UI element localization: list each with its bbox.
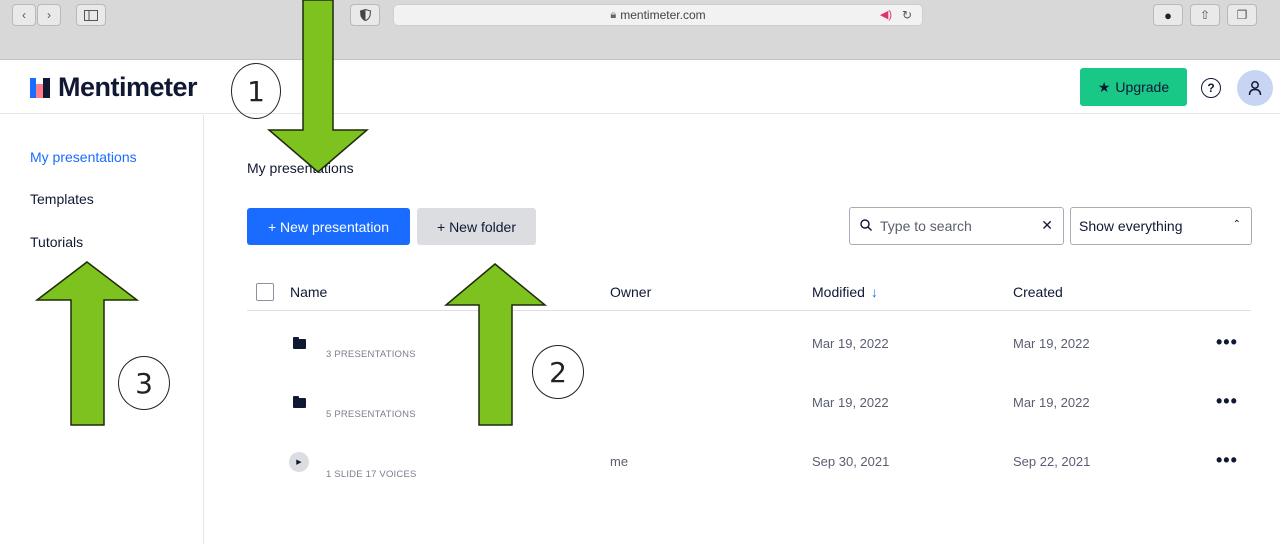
annotation-arrow-3 [34, 261, 140, 426]
annotation-arrows [34, 0, 548, 426]
annotation-label-1: 1 [231, 63, 281, 119]
annotation-arrow-2 [443, 263, 548, 426]
annotation-label-3: 3 [118, 356, 170, 410]
annotation-label-2: 2 [532, 345, 584, 399]
annotation-arrow-1 [266, 0, 370, 173]
